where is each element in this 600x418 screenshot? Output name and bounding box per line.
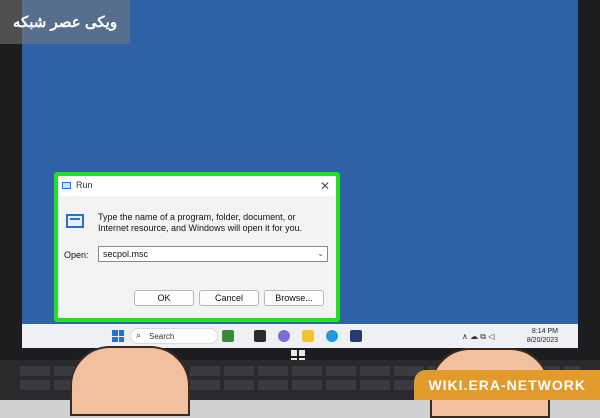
browse-button[interactable]: Browse... [264,290,324,306]
close-icon[interactable]: ✕ [320,178,330,194]
watermark-top: ویکی عصر شبکه [0,0,130,44]
windows-start-icon[interactable] [112,330,124,342]
run-window-icon [66,214,84,228]
clock-date: 8/20/2023 [526,337,558,344]
file-explorer-icon[interactable] [302,330,314,342]
store-icon[interactable] [350,330,362,342]
task-view-icon[interactable] [254,330,266,342]
laptop-lid: Run ✕ Type the name of a program, folder… [0,0,600,364]
run-dialog-titlebar[interactable]: Run ✕ [58,176,336,196]
open-input-value[interactable]: secpol.msc [103,249,148,259]
desktop-screen: Run ✕ Type the name of a program, folder… [22,0,578,348]
edge-browser-icon[interactable] [326,330,338,342]
open-combobox[interactable]: secpol.msc ⌄ [98,246,328,262]
run-dialog-title: Run [76,180,93,190]
open-label: Open: [64,250,89,260]
soccer-widget-icon[interactable] [222,330,234,342]
run-description: Type the name of a program, folder, docu… [98,212,303,233]
clock-time: 8:14 PM [531,328,558,335]
watermark-bottom: WIKI.ERA-NETWORK [414,370,600,400]
search-placeholder: Search [149,332,175,341]
search-icon: ⌕ [136,330,142,340]
taskbar-search-box[interactable]: ⌕ Search [130,328,218,344]
system-tray-icons[interactable]: ∧ ☁ ⧉ ◁ [462,332,494,342]
run-dialog: Run ✕ Type the name of a program, folder… [58,176,336,318]
left-hand [70,346,190,416]
ok-button[interactable]: OK [134,290,194,306]
run-app-icon [62,182,71,189]
chevron-down-icon[interactable]: ⌄ [317,247,324,261]
cancel-button[interactable]: Cancel [199,290,259,306]
taskbar: ⌕ Search ∧ ☁ ⧉ ◁ 8:14 PM 8/20/2023 [22,324,578,348]
chat-icon[interactable] [278,330,290,342]
taskbar-clock[interactable]: 8:14 PM 8/20/2023 [518,327,558,345]
